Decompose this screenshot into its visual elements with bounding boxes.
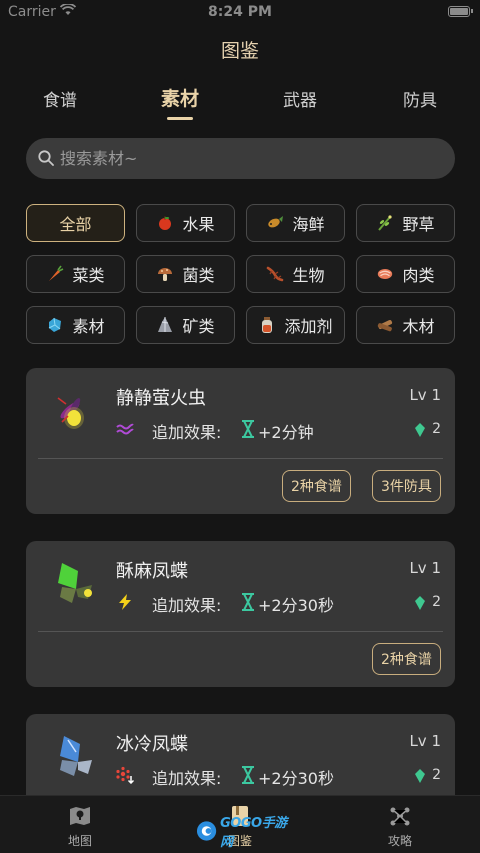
butterfly-icon: [58, 563, 92, 603]
filter-label: 肉类: [402, 266, 435, 285]
mushroom-icon: [156, 265, 174, 283]
watermark-text: GOGO手游网: [220, 816, 287, 850]
hourglass-icon: [242, 766, 254, 784]
watermark-icon: [196, 821, 217, 841]
nav-guides[interactable]: 攻略: [360, 804, 440, 849]
effect-duration: +2分30秒: [258, 596, 334, 615]
map-icon: [70, 807, 90, 825]
filter-label: 添加剂: [284, 317, 333, 336]
apple-icon: [156, 214, 174, 232]
material-level: Lv 1: [409, 559, 441, 577]
effect-label: 追加效果:: [152, 769, 222, 788]
filter-label: 菜类: [72, 266, 105, 285]
material-level: Lv 1: [409, 732, 441, 750]
tab-armor[interactable]: 防具: [380, 86, 460, 111]
watermark-logo: GOGO手游网: [196, 816, 296, 850]
filter-materials[interactable]: 素材: [26, 306, 125, 344]
category-tabs: 食谱 素材 武器 防具: [0, 86, 480, 124]
filter-label: 木材: [402, 317, 435, 336]
effect-label: 追加效果:: [152, 423, 222, 442]
meat-icon: [376, 265, 394, 283]
stealth-icon: [116, 423, 134, 435]
tab-materials[interactable]: 素材: [140, 84, 220, 111]
gem-icon: [415, 423, 425, 437]
filter-ores[interactable]: 矿类: [136, 306, 235, 344]
filter-label: 生物: [292, 266, 325, 285]
crystal-icon: [46, 316, 64, 334]
guide-icon: [390, 807, 410, 826]
divider: [38, 458, 443, 459]
bottle-icon: [258, 316, 276, 334]
filter-vegetables[interactable]: 菜类: [26, 255, 125, 293]
hourglass-icon: [242, 593, 254, 611]
filter-label: 水果: [182, 215, 215, 234]
lizard-icon: [266, 265, 284, 283]
battery-icon: [448, 6, 473, 17]
carrot-icon: [46, 265, 64, 283]
clock: 8:24 PM: [208, 4, 272, 20]
filter-seafood[interactable]: 海鲜: [246, 204, 345, 242]
nav-map[interactable]: 地图: [40, 804, 120, 849]
tab-recipes[interactable]: 食谱: [20, 86, 100, 111]
gem-count: 2: [432, 594, 441, 610]
effect-duration: +2分30秒: [258, 769, 334, 788]
search-bar[interactable]: [26, 138, 455, 179]
gem-icon: [415, 769, 425, 783]
hourglass-icon: [242, 420, 254, 438]
material-name: 冰冷凤蝶: [116, 734, 188, 755]
filter-label: 素材: [72, 317, 105, 336]
gem-count: 2: [432, 767, 441, 783]
filter-label: 野草: [402, 215, 435, 234]
filter-label: 全部: [59, 215, 92, 234]
firefly-icon: [57, 397, 84, 429]
material-level: Lv 1: [409, 386, 441, 404]
tab-weapons[interactable]: 武器: [260, 86, 340, 111]
filter-fruit[interactable]: 水果: [136, 204, 235, 242]
recipes-tag-button[interactable]: 2种食谱: [282, 470, 351, 502]
material-card[interactable]: 静静萤火虫 Lv 1 追加效果: +2分钟 2 2种食谱 3件防具: [26, 368, 455, 514]
divider: [38, 631, 443, 632]
cold-resist-icon: [116, 766, 134, 784]
status-bar: Carrier 8:24 PM: [0, 0, 480, 24]
armor-tag-button[interactable]: 3件防具: [372, 470, 441, 502]
page-title: 图鉴: [220, 40, 259, 62]
fish-icon: [266, 214, 284, 232]
herb-icon: [376, 214, 394, 232]
filter-herbs[interactable]: 野草: [356, 204, 455, 242]
material-name: 酥麻凤蝶: [116, 561, 188, 582]
lightning-icon: [119, 594, 131, 610]
filter-all[interactable]: 全部: [26, 204, 125, 242]
search-icon: [38, 150, 54, 166]
filter-additives[interactable]: 添加剂: [246, 306, 345, 344]
gem-icon: [415, 596, 425, 610]
butterfly-icon: [60, 736, 92, 776]
filter-label: 矿类: [182, 317, 215, 336]
ore-icon: [156, 316, 174, 334]
filter-label: 菌类: [182, 266, 215, 285]
nav-label: 攻略: [387, 834, 412, 848]
gem-count: 2: [432, 421, 441, 437]
recipes-tag-button[interactable]: 2种食谱: [372, 643, 441, 675]
effect-duration: +2分钟: [258, 423, 314, 442]
filter-meat[interactable]: 肉类: [356, 255, 455, 293]
filter-mushrooms[interactable]: 菌类: [136, 255, 235, 293]
effect-label: 追加效果:: [152, 596, 222, 615]
active-tab-indicator: [167, 117, 193, 120]
filter-label: 海鲜: [292, 215, 325, 234]
nav-label: 地图: [67, 834, 92, 848]
material-name: 静静萤火虫: [116, 388, 206, 409]
wood-icon: [376, 316, 394, 334]
filter-creatures[interactable]: 生物: [246, 255, 345, 293]
material-card[interactable]: 酥麻凤蝶 Lv 1 追加效果: +2分30秒 2 2种食谱: [26, 541, 455, 687]
search-input[interactable]: [60, 138, 440, 179]
filter-wood[interactable]: 木材: [356, 306, 455, 344]
